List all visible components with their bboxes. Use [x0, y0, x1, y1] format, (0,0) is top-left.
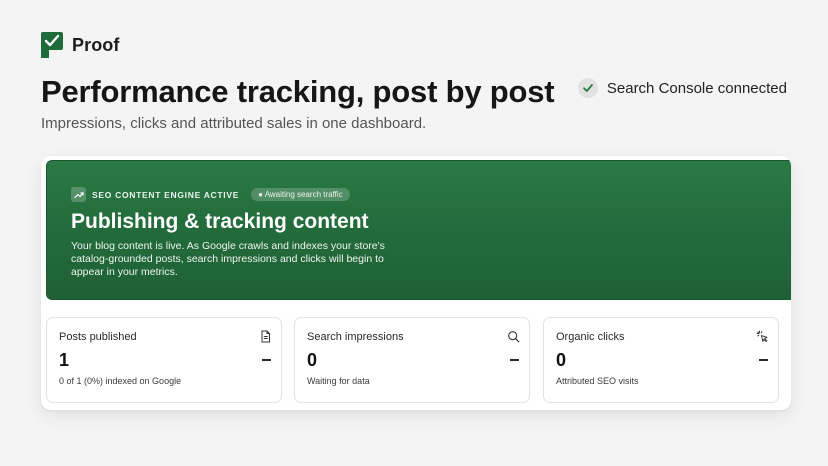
trend-dash-icon: [759, 359, 768, 361]
stat-card-search-impressions[interactable]: Search impressions 0 Waiting for data: [294, 317, 530, 403]
banner-header: SEO CONTENT ENGINE ACTIVE ● Awaiting sea…: [71, 187, 350, 202]
banner-description: Your blog content is live. As Google cra…: [71, 240, 385, 278]
brand[interactable]: Proof: [41, 32, 120, 58]
stat-value: 1: [59, 350, 70, 370]
dot-icon: ●: [258, 190, 263, 199]
stat-label: Organic clicks: [556, 331, 625, 343]
proof-logo-icon: [41, 32, 63, 58]
stat-subtext: Attributed SEO visits: [556, 376, 639, 386]
stat-card-posts-published[interactable]: Posts published 1 0 of 1 (0%) indexed on…: [46, 317, 282, 403]
stat-subtext: Waiting for data: [307, 376, 370, 386]
trend-dash-icon: [510, 359, 519, 361]
page-subtitle: Impressions, clicks and attributed sales…: [41, 115, 427, 132]
stat-label: Posts published: [59, 331, 137, 343]
dashboard-panel: SEO CONTENT ENGINE ACTIVE ● Awaiting sea…: [41, 156, 791, 410]
brand-name: Proof: [72, 34, 120, 55]
banner-title: Publishing & tracking content: [71, 210, 369, 233]
connection-status-label: Search Console connected: [606, 79, 787, 97]
status-banner: SEO CONTENT ENGINE ACTIVE ● Awaiting sea…: [46, 160, 791, 300]
page-title: Performance tracking, post by post: [41, 74, 555, 109]
trend-dash-icon: [262, 359, 271, 361]
traffic-status-pill: ● Awaiting search traffic: [251, 188, 350, 201]
traffic-status-text: Awaiting search traffic: [264, 190, 343, 199]
search-icon: [508, 331, 520, 343]
trending-up-icon: [71, 187, 86, 202]
cursor-click-icon: [756, 330, 768, 343]
search-console-status: Search Console connected: [577, 78, 787, 98]
check-icon: [577, 78, 598, 98]
stat-card-organic-clicks[interactable]: Organic clicks 0 Attributed SEO visits: [543, 317, 779, 403]
stat-subtext: 0 of 1 (0%) indexed on Google: [59, 376, 182, 386]
stat-value: 0: [307, 350, 318, 370]
engine-status-label: SEO CONTENT ENGINE ACTIVE: [92, 189, 240, 200]
stat-value: 0: [556, 350, 567, 370]
document-icon: [261, 330, 270, 343]
stat-label: Search impressions: [307, 331, 404, 343]
